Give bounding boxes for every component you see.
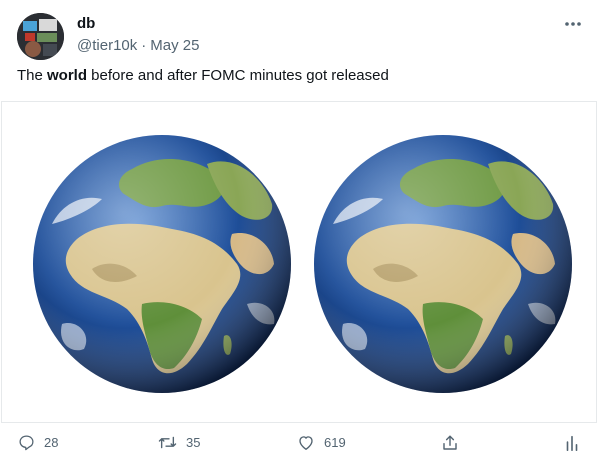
tweet-actions: 28 35 619 [0,430,598,460]
share-button[interactable] [441,434,459,452]
like-button[interactable]: 619 [297,434,346,451]
tweet-text: The world before and after FOMC minutes … [17,67,389,84]
tweet-text-start: The [17,67,48,84]
analytics-icon [566,435,578,452]
retweet-count: 35 [186,435,201,450]
reply-count: 28 [44,435,59,450]
avatar-image [17,13,64,60]
avatar[interactable] [17,13,64,60]
earth-globes-image [33,135,572,393]
tweet-text-bold: world [47,67,88,84]
more-horizontal-icon[interactable] [561,14,585,34]
heart-icon [299,436,313,450]
reply-button[interactable]: 28 [18,434,58,451]
display-name[interactable]: db [77,15,95,32]
tweet-text-end: before and after FOMC minutes got releas… [87,67,389,84]
tweet-media[interactable] [1,101,597,423]
tweet-card[interactable]: db @tier10k · May 25 The world before and … [0,0,598,471]
handle[interactable]: @tier10k [77,37,137,54]
retweet-icon [158,436,177,449]
timestamp[interactable]: May 25 [150,37,199,54]
analytics-button[interactable] [565,434,579,452]
retweet-button[interactable]: 35 [158,434,200,451]
meta-separator: · [141,37,147,54]
share-icon [443,435,457,450]
reply-icon [19,435,34,451]
tweet-meta: @tier10k · May 25 [77,37,199,54]
like-count: 619 [324,435,346,450]
